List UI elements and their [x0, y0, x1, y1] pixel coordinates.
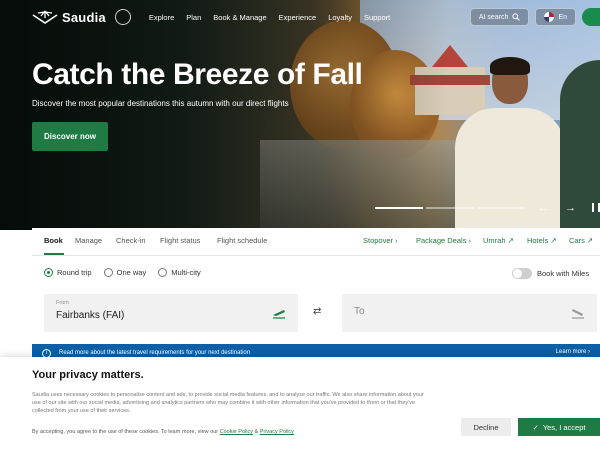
check-icon: ✓ — [532, 422, 539, 432]
radio-empty-icon — [103, 268, 113, 277]
round-trip-radio[interactable]: Round trip — [44, 268, 92, 277]
carousel-indicator[interactable] — [477, 207, 525, 209]
ai-search-label: AI search — [478, 13, 509, 21]
from-value: Fairbanks (FAI) — [56, 310, 125, 321]
menu-item-plan[interactable]: Plan — [186, 13, 201, 22]
tab-manage[interactable]: Manage — [75, 236, 102, 245]
carousel-pause-icon[interactable] — [592, 203, 600, 212]
language-selector[interactable]: En — [535, 8, 576, 26]
cars-link[interactable]: Cars ↗ — [569, 236, 593, 245]
decline-button[interactable]: Decline — [461, 418, 511, 436]
info-text: Read more about the latest travel requir… — [59, 350, 251, 356]
radio-empty-icon — [158, 268, 168, 277]
carousel-prev-icon[interactable]: ← — [538, 202, 549, 214]
umrah-link[interactable]: Umrah ↗ — [483, 236, 514, 245]
tab-flight-schedule[interactable]: Flight schedule — [217, 236, 267, 245]
main-menu: Explore Plan Book & Manage Experience Lo… — [149, 13, 390, 22]
to-field[interactable]: To — [342, 294, 597, 332]
miles-toggle[interactable] — [512, 268, 532, 279]
takeoff-icon — [273, 310, 285, 319]
discover-now-button[interactable]: Discover now — [32, 122, 108, 151]
language-label: En — [558, 13, 567, 21]
package-deals-link[interactable]: Package Deals › — [416, 236, 471, 245]
cookie-title: Your privacy matters. — [32, 369, 144, 381]
logo-text: Saudia — [62, 9, 106, 25]
radio-selected-icon — [44, 268, 53, 277]
from-label: From — [56, 300, 69, 306]
cookie-policy-link[interactable]: Cookie Policy — [220, 429, 253, 435]
ai-search-button[interactable]: AI search — [469, 8, 530, 26]
book-with-miles: Book with Miles — [512, 268, 589, 279]
carousel-indicator[interactable] — [426, 207, 474, 209]
tab-book[interactable]: Book — [44, 236, 63, 245]
trip-type-selector: Round trip One way Multi-city — [44, 268, 201, 277]
accept-button[interactable]: ✓ Yes, I accept — [518, 418, 600, 436]
cookie-banner: Your privacy matters. Saudia uses necess… — [0, 357, 600, 450]
menu-item-explore[interactable]: Explore — [149, 13, 174, 22]
miles-label: Book with Miles — [537, 269, 590, 278]
menu-item-loyalty[interactable]: Loyalty — [328, 13, 352, 22]
hero-title: Catch the Breeze of Fall — [32, 58, 363, 91]
tab-check-in[interactable]: Check-in — [116, 236, 146, 245]
cookie-description: Saudia uses necessary cookies to persona… — [32, 392, 424, 414]
hotels-link[interactable]: Hotels ↗ — [527, 236, 557, 245]
to-placeholder: To — [354, 306, 365, 317]
hero-banner: Saudia Explore Plan Book & Manage Experi… — [0, 0, 600, 230]
one-way-radio[interactable]: One way — [103, 268, 146, 277]
top-navigation: Saudia Explore Plan Book & Manage Experi… — [0, 0, 600, 34]
menu-item-book-manage[interactable]: Book & Manage — [213, 13, 266, 22]
learn-more-link[interactable]: Learn more › — [556, 349, 590, 355]
from-field[interactable]: From Fairbanks (FAI) — [44, 294, 298, 332]
carousel-indicator[interactable] — [375, 207, 423, 209]
landing-icon — [572, 309, 584, 319]
carousel-indicators — [375, 207, 525, 209]
menu-item-support[interactable]: Support — [364, 13, 390, 22]
active-tab-indicator — [44, 253, 64, 255]
cookie-consent-text: By accepting, you agree to the use of th… — [32, 429, 294, 435]
us-flag-icon — [544, 12, 555, 22]
saudia-logo[interactable]: Saudia — [32, 9, 131, 25]
stopover-link[interactable]: Stopover › — [363, 236, 398, 245]
carousel-next-icon[interactable]: → — [565, 202, 576, 214]
hero-subtitle: Discover the most popular destinations t… — [32, 99, 289, 108]
swap-icon[interactable]: ⇄ — [313, 306, 321, 317]
menu-item-experience[interactable]: Experience — [279, 13, 317, 22]
tab-flight-status[interactable]: Flight status — [160, 236, 200, 245]
login-button[interactable] — [582, 8, 600, 26]
privacy-policy-link[interactable]: Privacy Policy — [260, 429, 294, 435]
search-icon — [512, 13, 521, 21]
vision-badge-icon — [114, 9, 131, 25]
booking-tabs: Book Manage Check-in Flight status Fligh… — [32, 228, 600, 256]
multi-city-radio[interactable]: Multi-city — [158, 268, 201, 277]
palm-swords-logo-icon — [32, 10, 58, 24]
